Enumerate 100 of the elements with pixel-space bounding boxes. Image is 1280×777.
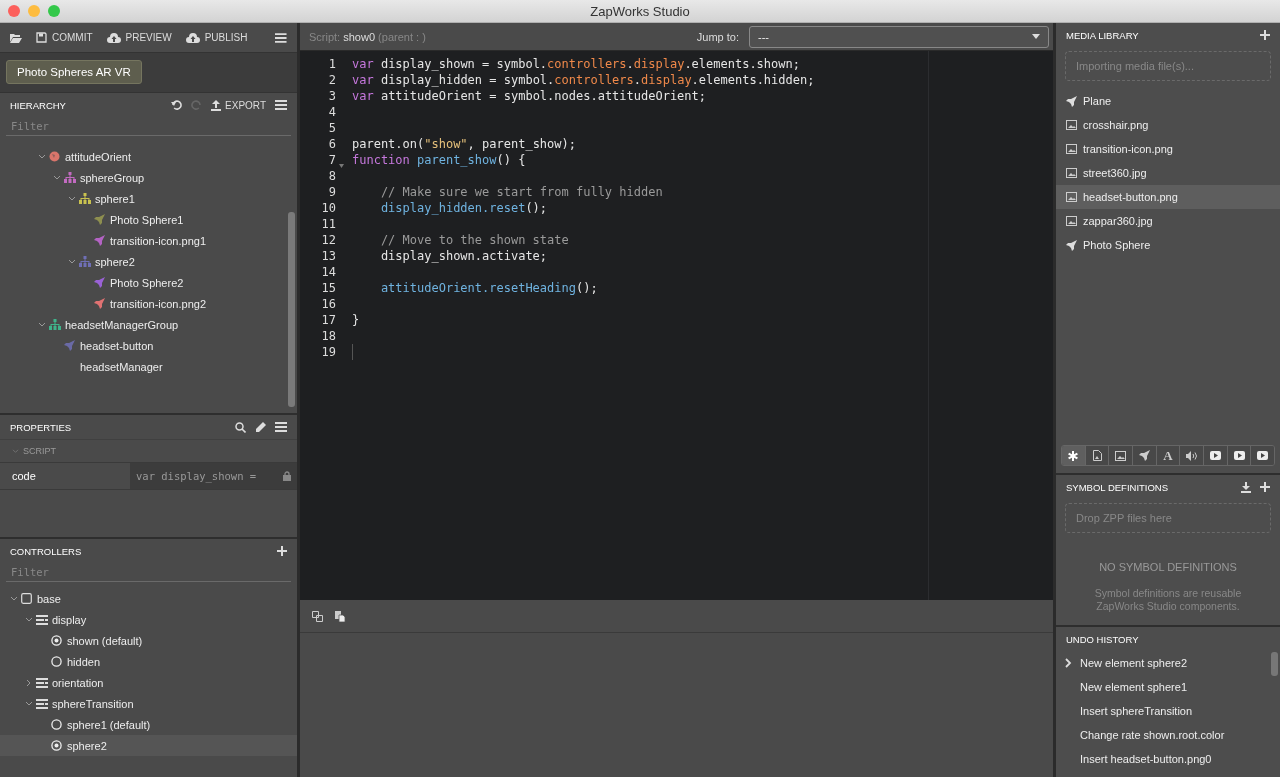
all-filter-tab[interactable]	[1062, 446, 1086, 465]
history-item[interactable]: Insert sphereTransition	[1080, 705, 1193, 717]
chevron-down-icon[interactable]	[37, 153, 46, 160]
radio-button[interactable]	[51, 635, 62, 646]
property-value-field[interactable]: var display_shown =	[130, 463, 297, 489]
rocket-icon	[1066, 239, 1077, 251]
open-button[interactable]	[10, 32, 22, 43]
code-line: display_hidden.reset();	[379, 200, 548, 216]
tree-item[interactable]: sphere2	[67, 739, 107, 752]
media-item[interactable]: transition-icon.png	[1056, 137, 1280, 161]
media-item[interactable]: street360.jpg	[1056, 161, 1280, 185]
media-item[interactable]: crosshair.png	[1056, 113, 1280, 137]
tree-item[interactable]: headsetManager	[80, 360, 163, 373]
video-filter-tab[interactable]	[1227, 446, 1252, 465]
play-icon	[1257, 451, 1269, 460]
jump-dropdown[interactable]: ---	[749, 25, 1049, 48]
add-icon[interactable]	[277, 546, 287, 556]
tree-item[interactable]: Photo Sphere2	[110, 276, 184, 289]
tree-item[interactable]: transition-icon.png1	[110, 234, 206, 247]
font-filter-tab[interactable]: A	[1156, 446, 1181, 465]
chevron-down-icon[interactable]	[67, 195, 76, 202]
tree-item[interactable]: shown (default)	[67, 634, 143, 647]
line-number: 3	[328, 89, 336, 103]
code-line: var display_shown = symbol.controllers.display.elements.shown;	[352, 56, 800, 72]
scrollbar[interactable]	[288, 212, 295, 407]
video-filter-tab[interactable]	[1251, 446, 1274, 465]
scrollbar[interactable]	[1271, 652, 1278, 676]
speaker-icon	[1186, 450, 1198, 461]
tree-item[interactable]: sphereTransition	[52, 697, 134, 710]
preview-button[interactable]: PREVIEW	[106, 32, 172, 43]
chevron-down-icon[interactable]	[24, 699, 33, 708]
commit-button[interactable]: COMMIT	[36, 32, 93, 43]
empty-title: NO SYMBOL DEFINITIONS	[1098, 561, 1238, 573]
search-icon[interactable]	[235, 421, 246, 433]
menu-icon[interactable]	[275, 32, 287, 43]
tree-item[interactable]: orientation	[52, 676, 104, 689]
tree-item[interactable]: sphere2	[95, 255, 135, 268]
chevron-down-icon[interactable]	[24, 615, 33, 624]
script-filter-tab[interactable]	[1085, 446, 1110, 465]
image-icon	[1066, 144, 1077, 154]
tree-item[interactable]: hidden	[67, 655, 101, 668]
media-item[interactable]: zappar360.jpg	[1056, 209, 1280, 233]
line-number: 19	[321, 345, 336, 359]
add-icon[interactable]	[1260, 30, 1270, 40]
chevron-down-icon[interactable]	[37, 321, 46, 328]
history-item[interactable]: Insert headset-button.png0	[1080, 753, 1212, 765]
line-number: 16	[321, 297, 336, 311]
code-line: // Make sure we start from fully hidden	[379, 184, 663, 200]
add-icon[interactable]	[1260, 482, 1270, 492]
undo-icon[interactable]	[171, 99, 183, 111]
tree-item[interactable]: attitudeOrient	[65, 150, 132, 163]
chevron-down-icon[interactable]	[52, 174, 61, 181]
image-icon	[1066, 216, 1077, 226]
tree-item[interactable]: sphereGroup	[80, 171, 145, 184]
audio-filter-tab[interactable]	[1180, 446, 1205, 465]
media-item[interactable]: Plane	[1056, 89, 1280, 113]
project-button[interactable]: Photo Spheres AR VR	[6, 60, 142, 84]
media-item[interactable]: headset-button.png	[1056, 185, 1280, 209]
copy-icon[interactable]	[312, 610, 323, 622]
pencil-icon[interactable]	[255, 421, 266, 433]
publish-button[interactable]: PUBLISH	[185, 32, 248, 43]
tree-item[interactable]: sphere1	[95, 192, 135, 205]
rocket-filter-tab[interactable]	[1133, 446, 1157, 465]
tree-item[interactable]: transition-icon.png2	[110, 297, 206, 310]
panel-title: PROPERTIES	[10, 421, 72, 433]
chevron-down-icon	[12, 448, 19, 454]
radio-button[interactable]	[51, 740, 62, 751]
history-item[interactable]: New element sphere1	[1080, 681, 1187, 693]
media-item[interactable]: Photo Sphere	[1056, 233, 1280, 257]
script-title: Script: show0 (parent : )	[309, 30, 426, 43]
radio-button[interactable]	[51, 656, 62, 667]
tree-item[interactable]: headset-button	[80, 339, 154, 352]
download-icon[interactable]	[1241, 481, 1251, 493]
export-button[interactable]: EXPORT	[211, 99, 266, 111]
chevron-down-icon[interactable]	[67, 258, 76, 265]
chevron-down-icon[interactable]	[9, 594, 18, 603]
chevron-right-icon[interactable]	[24, 678, 33, 687]
cloud-upload-icon	[106, 32, 121, 43]
tree-item[interactable]: headsetManagerGroup	[65, 318, 179, 331]
video-filter-tab[interactable]	[1204, 446, 1228, 465]
tree-item[interactable]: base	[37, 592, 61, 605]
tree-item[interactable]: sphere1 (default)	[67, 718, 151, 731]
paste-icon[interactable]	[335, 610, 346, 622]
code-line: display_shown.activate;	[379, 248, 548, 264]
import-field[interactable]: Importing media file(s)...	[1065, 51, 1271, 81]
tree-item[interactable]: Photo Sphere1	[110, 213, 184, 226]
line-number: 18	[321, 329, 336, 343]
menu-icon[interactable]	[275, 100, 287, 110]
history-item[interactable]: Change rate shown.root.color	[1080, 729, 1225, 741]
fold-icon[interactable]	[339, 164, 344, 168]
tree-item[interactable]: display	[52, 613, 87, 626]
jump-label: Jump to:	[696, 30, 739, 43]
filter-field[interactable]: Filter	[6, 117, 291, 136]
line-number: 14	[321, 265, 336, 279]
menu-icon[interactable]	[275, 422, 287, 432]
filter-field[interactable]: Filter	[6, 563, 291, 582]
image-filter-tab[interactable]	[1109, 446, 1133, 465]
radio-button[interactable]	[51, 719, 62, 730]
history-item[interactable]: New element sphere2	[1080, 657, 1187, 669]
file-icon	[1092, 450, 1102, 461]
